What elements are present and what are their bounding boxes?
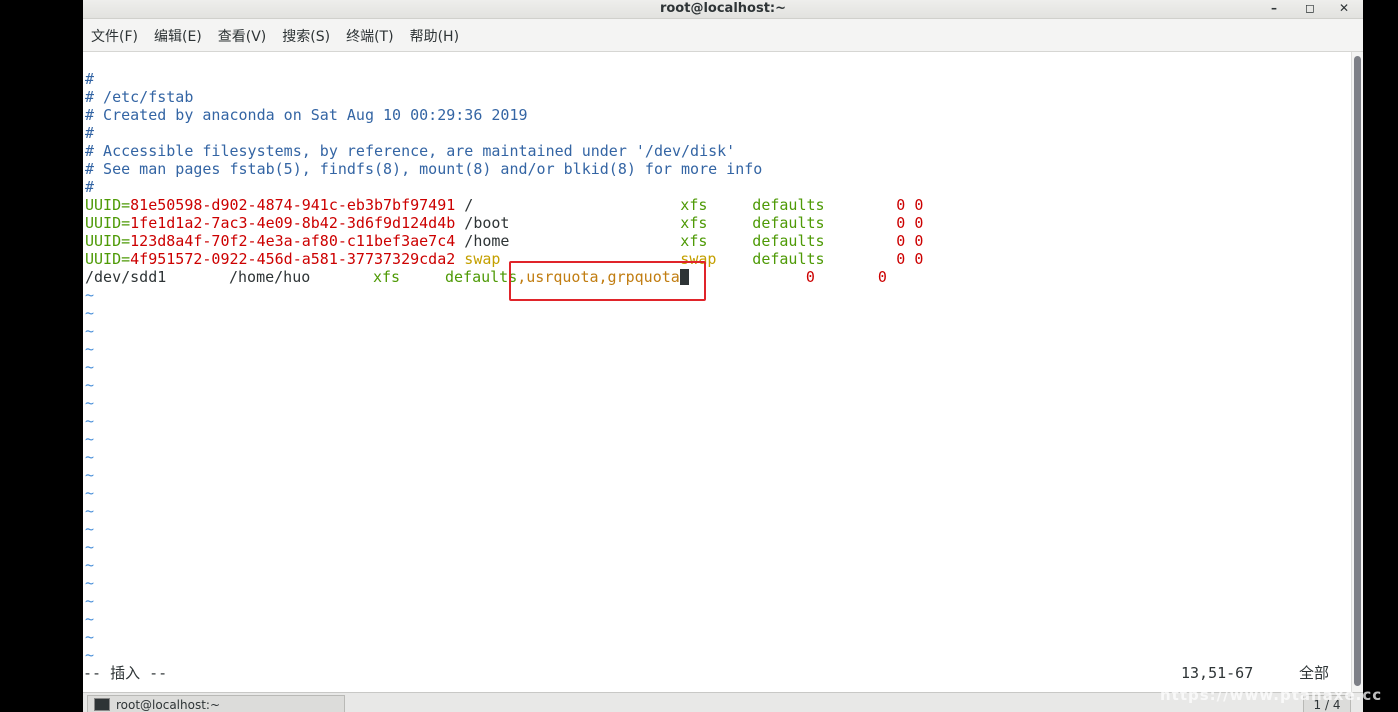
- mount-options-added: ,usrquota,grpquota: [517, 268, 680, 286]
- terminal-window: root@localhost:~ – ◻ ✕ 文件(F) 编辑(E) 查看(V)…: [83, 0, 1363, 712]
- mount-point: /home: [464, 232, 510, 250]
- empty-line-marker: ~: [85, 412, 95, 430]
- menu-file[interactable]: 文件(F): [83, 19, 146, 51]
- fs-type: xfs: [680, 232, 708, 250]
- uuid-key: UUID=: [85, 214, 131, 232]
- menu-view[interactable]: 查看(V): [210, 19, 275, 51]
- mount-options: defaults: [752, 250, 825, 268]
- empty-line-marker: ~: [85, 448, 95, 466]
- fs-type: swap: [680, 250, 717, 268]
- pass-value: 0: [914, 214, 924, 232]
- uuid-key: UUID=: [85, 250, 131, 268]
- fs-type: xfs: [373, 268, 401, 286]
- dump-value: 0: [805, 268, 815, 286]
- vertical-scrollbar[interactable]: [1351, 52, 1363, 692]
- empty-line-marker: ~: [85, 592, 95, 610]
- comment-line: # /etc/fstab: [85, 88, 194, 106]
- pass-value: 0: [914, 250, 924, 268]
- menu-bar: 文件(F) 编辑(E) 查看(V) 搜索(S) 终端(T) 帮助(H): [83, 19, 1363, 52]
- empty-line-marker: ~: [85, 484, 95, 502]
- comment-line: #: [85, 70, 95, 88]
- dump-value: 0: [896, 250, 906, 268]
- comment-line: #: [85, 124, 95, 142]
- fstab-entry-edited: /dev/sdd1/home/huo xfs defaults,usrquota,g…: [85, 268, 887, 286]
- empty-line-marker: ~: [85, 322, 95, 340]
- empty-line-marker: ~: [85, 466, 95, 484]
- empty-line-marker: ~: [85, 394, 95, 412]
- empty-line-marker: ~: [85, 520, 95, 538]
- device-path: /dev/sdd1: [85, 268, 167, 286]
- empty-line-marker: ~: [85, 502, 95, 520]
- comment-line: # Accessible filesystems, by reference, …: [85, 142, 736, 160]
- mount-options: defaults: [752, 214, 825, 232]
- mount-point: /boot: [464, 214, 510, 232]
- taskbar-item-label: root@localhost:~: [116, 698, 221, 712]
- empty-line-marker: ~: [85, 340, 95, 358]
- watermark-text: https://www.ptanaxe.cc: [1160, 686, 1383, 704]
- terminal-icon: [94, 698, 110, 711]
- scrollbar-thumb[interactable]: [1354, 56, 1361, 686]
- terminal-content[interactable]: # # /etc/fstab # Created by anaconda on …: [83, 52, 1351, 692]
- empty-line-marker: ~: [85, 538, 95, 556]
- fstab-entry-home: UUID=123d8a4f-70f2-4e3a-af80-c11bef3ae7c…: [85, 232, 923, 250]
- mount-options: defaults: [752, 196, 825, 214]
- empty-line-marker: ~: [85, 610, 95, 628]
- fs-type: xfs: [680, 214, 708, 232]
- text-cursor: [679, 269, 689, 285]
- dump-value: 0: [896, 196, 906, 214]
- empty-line-marker: ~: [85, 646, 95, 664]
- uuid-value: 81e50598-d902-4874-941c-eb3b7bf97491: [130, 196, 456, 214]
- pass-value: 0: [877, 268, 887, 286]
- empty-line-marker: ~: [85, 430, 95, 448]
- comment-line: #: [85, 178, 95, 196]
- empty-line-marker: ~: [85, 628, 95, 646]
- uuid-value: 123d8a4f-70f2-4e3a-af80-c11bef3ae7c4: [130, 232, 456, 250]
- close-button[interactable]: ✕: [1330, 0, 1358, 18]
- scroll-scope: 全部: [1299, 664, 1330, 682]
- mount-options-base: defaults: [445, 268, 518, 286]
- menu-edit[interactable]: 编辑(E): [146, 19, 210, 51]
- empty-line-marker: ~: [85, 358, 95, 376]
- uuid-value: 1fe1d1a2-7ac3-4e09-8b42-3d6f9d124d4b: [130, 214, 456, 232]
- empty-line-marker: ~: [85, 304, 95, 322]
- mode-indicator: -- 插入 --: [83, 664, 168, 682]
- menu-search[interactable]: 搜索(S): [274, 19, 338, 51]
- empty-line-marker: ~: [85, 574, 95, 592]
- comment-line: # See man pages fstab(5), findfs(8), mou…: [85, 160, 763, 178]
- menu-terminal[interactable]: 终端(T): [338, 19, 401, 51]
- dump-value: 0: [896, 214, 906, 232]
- fstab-entry-boot: UUID=1fe1d1a2-7ac3-4e09-8b42-3d6f9d124d4…: [85, 214, 923, 232]
- menu-help[interactable]: 帮助(H): [402, 19, 467, 51]
- vim-status-line: -- 插入 -- 13,51-67 全部: [83, 664, 1351, 682]
- uuid-key: UUID=: [85, 232, 131, 250]
- mount-point: /home/huo: [229, 268, 311, 286]
- minimize-button[interactable]: –: [1260, 0, 1288, 18]
- dump-value: 0: [896, 232, 906, 250]
- uuid-key: UUID=: [85, 196, 131, 214]
- fs-type: xfs: [680, 196, 708, 214]
- pass-value: 0: [914, 196, 924, 214]
- comment-line: # Created by anaconda on Sat Aug 10 00:2…: [85, 106, 528, 124]
- mount-point: /: [464, 196, 474, 214]
- empty-line-marker: ~: [85, 286, 95, 304]
- fstab-entry-root: UUID=81e50598-d902-4874-941c-eb3b7bf9749…: [85, 196, 923, 214]
- mount-point: swap: [464, 250, 501, 268]
- taskbar-window-item[interactable]: root@localhost:~: [87, 695, 345, 712]
- cursor-position: 13,51-67: [1181, 664, 1254, 682]
- maximize-button[interactable]: ◻: [1296, 0, 1324, 18]
- uuid-value: 4f951572-0922-456d-a581-37737329cda2: [130, 250, 456, 268]
- pass-value: 0: [914, 232, 924, 250]
- empty-line-marker: ~: [85, 556, 95, 574]
- window-title: root@localhost:~: [659, 1, 787, 16]
- empty-line-marker: ~: [85, 376, 95, 394]
- title-bar[interactable]: root@localhost:~ – ◻ ✕: [83, 0, 1363, 19]
- mount-options: defaults: [752, 232, 825, 250]
- fstab-entry-swap: UUID=4f951572-0922-456d-a581-37737329cda…: [85, 250, 923, 268]
